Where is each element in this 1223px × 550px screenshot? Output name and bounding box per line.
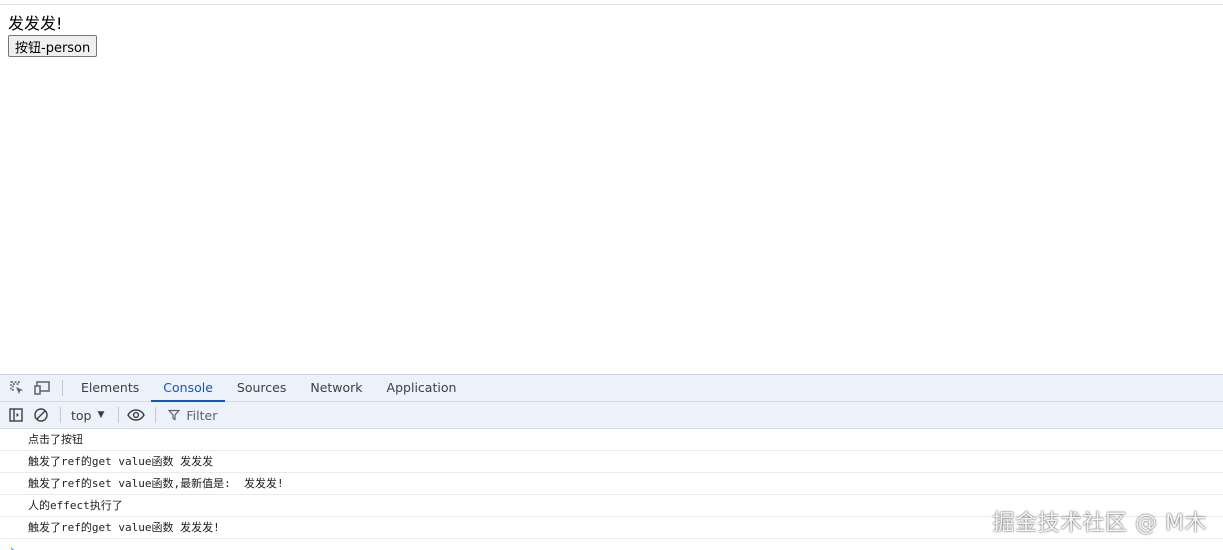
tab-application[interactable]: Application (375, 375, 469, 401)
toolbar-separator (155, 407, 157, 423)
context-selector[interactable]: top ▼ (67, 408, 108, 423)
device-toolbar-icon[interactable] (34, 379, 52, 397)
tab-sources[interactable]: Sources (225, 375, 298, 401)
tab-network[interactable]: Network (298, 375, 374, 401)
toolbar-separator (118, 407, 120, 423)
person-button[interactable]: 按钮-person (8, 35, 98, 57)
filter-input[interactable]: Filter (168, 408, 217, 423)
top-divider (0, 4, 1223, 5)
dropdown-arrow-icon: ▼ (97, 410, 105, 420)
tabbar-separator (62, 380, 63, 396)
page-content: 发发发! 按钮-person (8, 14, 98, 57)
devtools-tabbar: Elements Console Sources Network Applica… (0, 375, 1223, 402)
filter-icon (168, 409, 181, 421)
inspect-element-icon[interactable] (8, 379, 26, 397)
console-message: 点击了按钮 (0, 429, 1223, 451)
sidebar-toggle-icon[interactable] (7, 406, 25, 424)
page-text: 发发发! (8, 14, 63, 33)
clear-console-icon[interactable] (32, 406, 50, 424)
watermark: 掘金技术社区 @ M木 (992, 511, 1207, 536)
context-label: top (71, 407, 92, 423)
console-message: 触发了ref的get value函数 发发发 (0, 451, 1223, 473)
tab-console[interactable]: Console (151, 375, 225, 402)
console-message: 触发了ref的set value函数,最新值是: 发发发! (0, 473, 1223, 495)
toolbar-separator (60, 407, 61, 423)
console-toolbar: top ▼ Filter (0, 402, 1223, 429)
console-prompt-icon[interactable]: › (10, 543, 15, 550)
tab-elements[interactable]: Elements (69, 375, 151, 401)
filter-placeholder: Filter (186, 407, 218, 423)
live-expression-eye-icon[interactable] (127, 406, 146, 424)
